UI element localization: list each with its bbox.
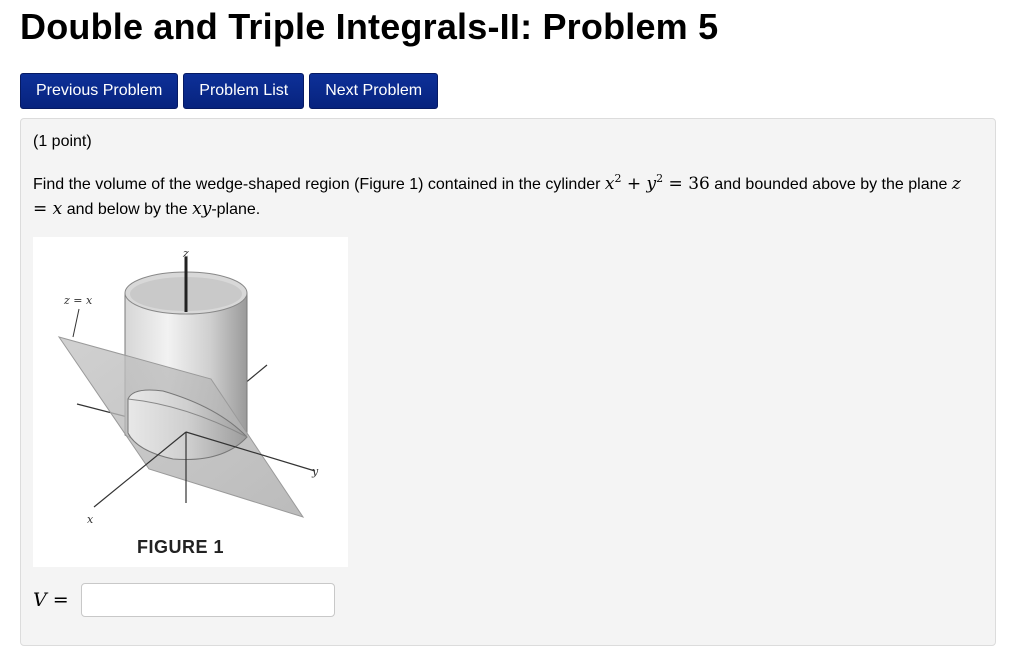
x-axis-label: x	[87, 513, 94, 526]
answer-label: V =	[33, 589, 69, 611]
next-problem-button[interactable]: Next Problem	[309, 73, 439, 109]
figure-caption: FIGURE 1	[137, 537, 225, 557]
plane-label: z = x	[63, 294, 93, 307]
problem-panel: (1 point) Find the volume of the wedge-s…	[20, 118, 996, 646]
volume-answer-input[interactable]	[81, 583, 335, 617]
xy-term: xy	[192, 199, 212, 219]
points-label: (1 point)	[33, 133, 92, 150]
statement-text-4: -plane.	[211, 201, 261, 218]
z-axis-label: z	[182, 247, 189, 260]
statement-text-3: and below by the	[62, 201, 193, 218]
answer-row: V =	[33, 583, 335, 617]
problem-list-button[interactable]: Problem List	[183, 73, 305, 109]
wedge-figure-illustration: z y x z = x	[57, 247, 319, 526]
statement-text-2: and bounded above by the plane	[709, 176, 952, 193]
previous-problem-button[interactable]: Previous Problem	[20, 73, 179, 109]
statement-text-1: Find the volume of the wedge-shaped regi…	[33, 176, 605, 193]
page-title: Double and Triple Integrals-II: Problem …	[20, 6, 719, 47]
problem-statement: Find the volume of the wedge-shaped regi…	[33, 172, 973, 222]
figure-1: z y x z = x FIGURE 1	[33, 237, 348, 567]
y-axis-label: y	[311, 465, 319, 478]
problem-navigation: Previous Problem Problem List Next Probl…	[20, 73, 439, 109]
cylinder-equation: x2 + y2 = 36	[604, 172, 710, 194]
